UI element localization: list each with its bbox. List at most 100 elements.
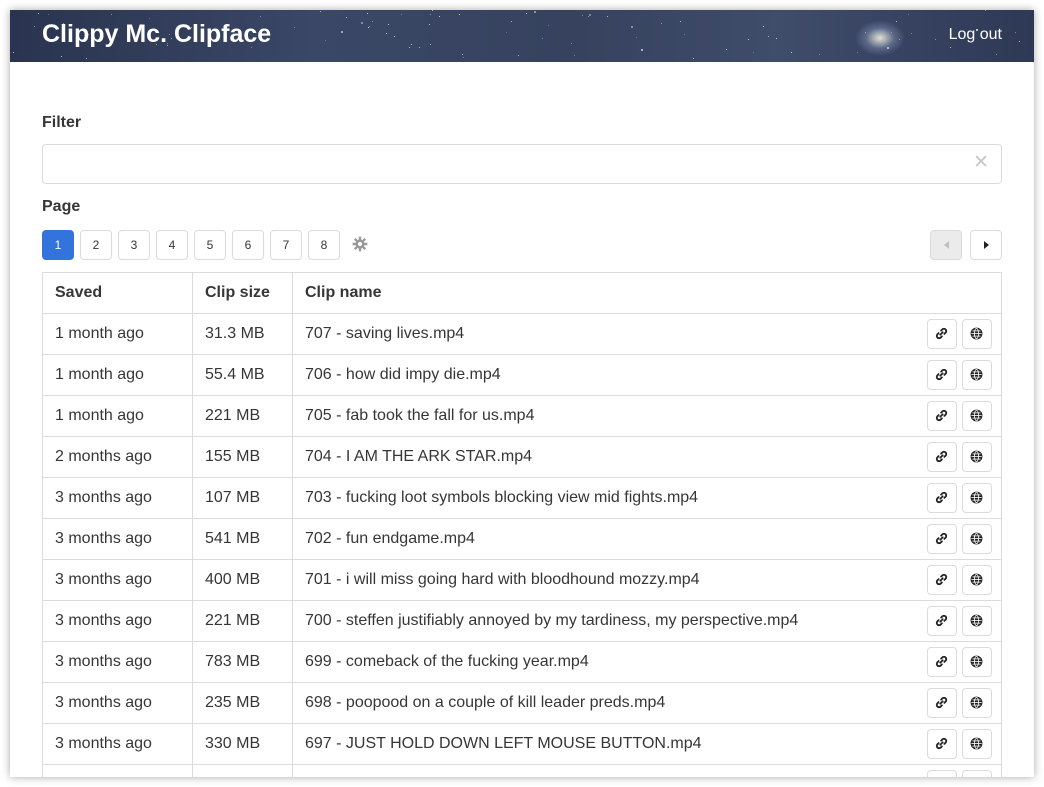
copy-link-button[interactable] xyxy=(927,565,957,595)
open-public-button[interactable] xyxy=(962,524,992,554)
page-button-2[interactable]: 2 xyxy=(80,230,112,260)
open-public-button[interactable] xyxy=(962,360,992,390)
table-row[interactable]: 1 month ago 221 MB 705 - fab took the fa… xyxy=(42,395,1002,437)
saved-cell: 3 months ago xyxy=(42,682,193,724)
name-cell[interactable]: 704 - I AM THE ARK STAR.mp4 xyxy=(292,436,1002,478)
globe-icon xyxy=(970,573,983,586)
name-cell[interactable]: 702 - fun endgame.mp4 xyxy=(292,518,1002,560)
table-row[interactable]: 3 months ago 783 MB 699 - comeback of th… xyxy=(42,641,1002,683)
star xyxy=(896,21,897,22)
page-button-4[interactable]: 4 xyxy=(156,230,188,260)
clip-name[interactable]: 707 - saving lives.mp4 xyxy=(305,325,464,342)
clip-name[interactable]: 699 - comeback of the fucking year.mp4 xyxy=(305,653,589,670)
star xyxy=(887,47,889,49)
table-row[interactable]: 3 months ago 221 MB 700 - steffen justif… xyxy=(42,600,1002,642)
star xyxy=(34,26,35,27)
name-cell[interactable]: 697 - JUST HOLD DOWN LEFT MOUSE BUTTON.m… xyxy=(292,723,1002,765)
open-public-button[interactable] xyxy=(962,442,992,472)
name-cell[interactable]: 701 - i will miss going hard with bloodh… xyxy=(292,559,1002,601)
close-icon[interactable]: ✕ xyxy=(973,153,989,173)
clips-table: Saved Clip size Clip name 1 month ago 31… xyxy=(42,272,1002,777)
star xyxy=(768,36,769,37)
copy-link-button[interactable] xyxy=(927,688,957,718)
name-cell[interactable]: 699 - comeback of the fucking year.mp4 xyxy=(292,641,1002,683)
copy-link-button[interactable] xyxy=(927,524,957,554)
gear-icon[interactable] xyxy=(352,236,368,252)
copy-link-button[interactable] xyxy=(927,360,957,390)
clip-name[interactable]: 701 - i will miss going hard with bloodh… xyxy=(305,571,700,588)
star xyxy=(641,49,643,51)
copy-link-button[interactable] xyxy=(927,319,957,349)
clip-name[interactable]: 704 - I AM THE ARK STAR.mp4 xyxy=(305,448,532,465)
open-public-button[interactable] xyxy=(962,565,992,595)
page-button-1[interactable]: 1 xyxy=(42,230,74,260)
star xyxy=(429,24,430,25)
star xyxy=(149,18,150,19)
table-row[interactable]: 3 months ago 330 MB 697 - JUST HOLD DOWN… xyxy=(42,723,1002,765)
app-title[interactable]: Clippy Mc. Clipface xyxy=(42,20,271,49)
table-row[interactable]: 2 months ago 155 MB 704 - I AM THE ARK S… xyxy=(42,436,1002,478)
globe-icon xyxy=(970,655,983,668)
star xyxy=(294,27,295,28)
clip-name[interactable]: 703 - fucking loot symbols blocking view… xyxy=(305,489,698,506)
name-cell[interactable]: 703 - fucking loot symbols blocking view… xyxy=(292,477,1002,519)
previous-page-button[interactable] xyxy=(930,230,962,260)
clip-name[interactable]: 702 - fun endgame.mp4 xyxy=(305,530,475,547)
clip-name[interactable]: 706 - how did impy die.mp4 xyxy=(305,366,501,383)
filter-input[interactable] xyxy=(43,145,967,181)
copy-link-button[interactable] xyxy=(927,401,957,431)
page-button-3[interactable]: 3 xyxy=(118,230,150,260)
open-public-button[interactable] xyxy=(962,606,992,636)
saved-cell: 3 months ago xyxy=(42,477,193,519)
column-header-size[interactable]: Clip size xyxy=(192,272,293,314)
clip-name[interactable]: 705 - fab took the fall for us.mp4 xyxy=(305,407,534,424)
table-row[interactable]: 1 month ago 31.3 MB 707 - saving lives.m… xyxy=(42,313,1002,355)
open-public-button[interactable] xyxy=(962,483,992,513)
open-public-button[interactable] xyxy=(962,770,992,777)
logout-link[interactable]: Log out xyxy=(949,26,1002,44)
next-page-button[interactable] xyxy=(970,230,1002,260)
copy-link-button[interactable] xyxy=(927,770,957,777)
open-public-button[interactable] xyxy=(962,319,992,349)
name-cell[interactable]: 707 - saving lives.mp4 xyxy=(292,313,1002,355)
size-cell: 221 MB xyxy=(192,395,293,437)
copy-link-button[interactable] xyxy=(927,442,957,472)
filter-field[interactable]: ✕ xyxy=(42,144,1002,184)
column-header-name[interactable]: Clip name xyxy=(292,272,1002,314)
page-button-8[interactable]: 8 xyxy=(308,230,340,260)
table-row[interactable]: 3 months ago 235 MB 698 - poopood on a c… xyxy=(42,682,1002,724)
copy-link-button[interactable] xyxy=(927,729,957,759)
star xyxy=(341,31,343,33)
open-public-button[interactable] xyxy=(962,647,992,677)
clip-name[interactable]: 700 - steffen justifiably annoyed by my … xyxy=(305,612,798,629)
copy-link-button[interactable] xyxy=(927,647,957,677)
table-row[interactable]: 3 months ago 400 MB 701 - i will miss go… xyxy=(42,559,1002,601)
table-row[interactable]: 3 months ago 107 MB 703 - fucking loot s… xyxy=(42,477,1002,519)
name-cell[interactable]: 698 - poopood on a couple of kill leader… xyxy=(292,682,1002,724)
table-row[interactable] xyxy=(42,764,1002,777)
table-row[interactable]: 1 month ago 55.4 MB 706 - how did impy d… xyxy=(42,354,1002,396)
table-row[interactable]: 3 months ago 541 MB 702 - fun endgame.mp… xyxy=(42,518,1002,560)
copy-link-button[interactable] xyxy=(927,606,957,636)
name-cell[interactable]: 700 - steffen justifiably annoyed by my … xyxy=(292,600,1002,642)
star xyxy=(388,24,389,25)
clip-name[interactable]: 698 - poopood on a couple of kill leader… xyxy=(305,694,665,711)
copy-link-button[interactable] xyxy=(927,483,957,513)
name-cell[interactable]: 705 - fab took the fall for us.mp4 xyxy=(292,395,1002,437)
name-cell[interactable] xyxy=(292,764,1002,777)
open-public-button[interactable] xyxy=(962,688,992,718)
star xyxy=(748,39,749,40)
star xyxy=(511,21,512,22)
globe-icon xyxy=(970,409,983,422)
name-cell[interactable]: 706 - how did impy die.mp4 xyxy=(292,354,1002,396)
column-header-saved[interactable]: Saved xyxy=(42,272,193,314)
star xyxy=(459,14,460,15)
page-button-7[interactable]: 7 xyxy=(270,230,302,260)
clip-name[interactable]: 697 - JUST HOLD DOWN LEFT MOUSE BUTTON.m… xyxy=(305,735,702,752)
page-button-6[interactable]: 6 xyxy=(232,230,264,260)
page-button-5[interactable]: 5 xyxy=(194,230,226,260)
link-icon xyxy=(935,532,948,545)
star xyxy=(776,38,777,39)
open-public-button[interactable] xyxy=(962,729,992,759)
open-public-button[interactable] xyxy=(962,401,992,431)
